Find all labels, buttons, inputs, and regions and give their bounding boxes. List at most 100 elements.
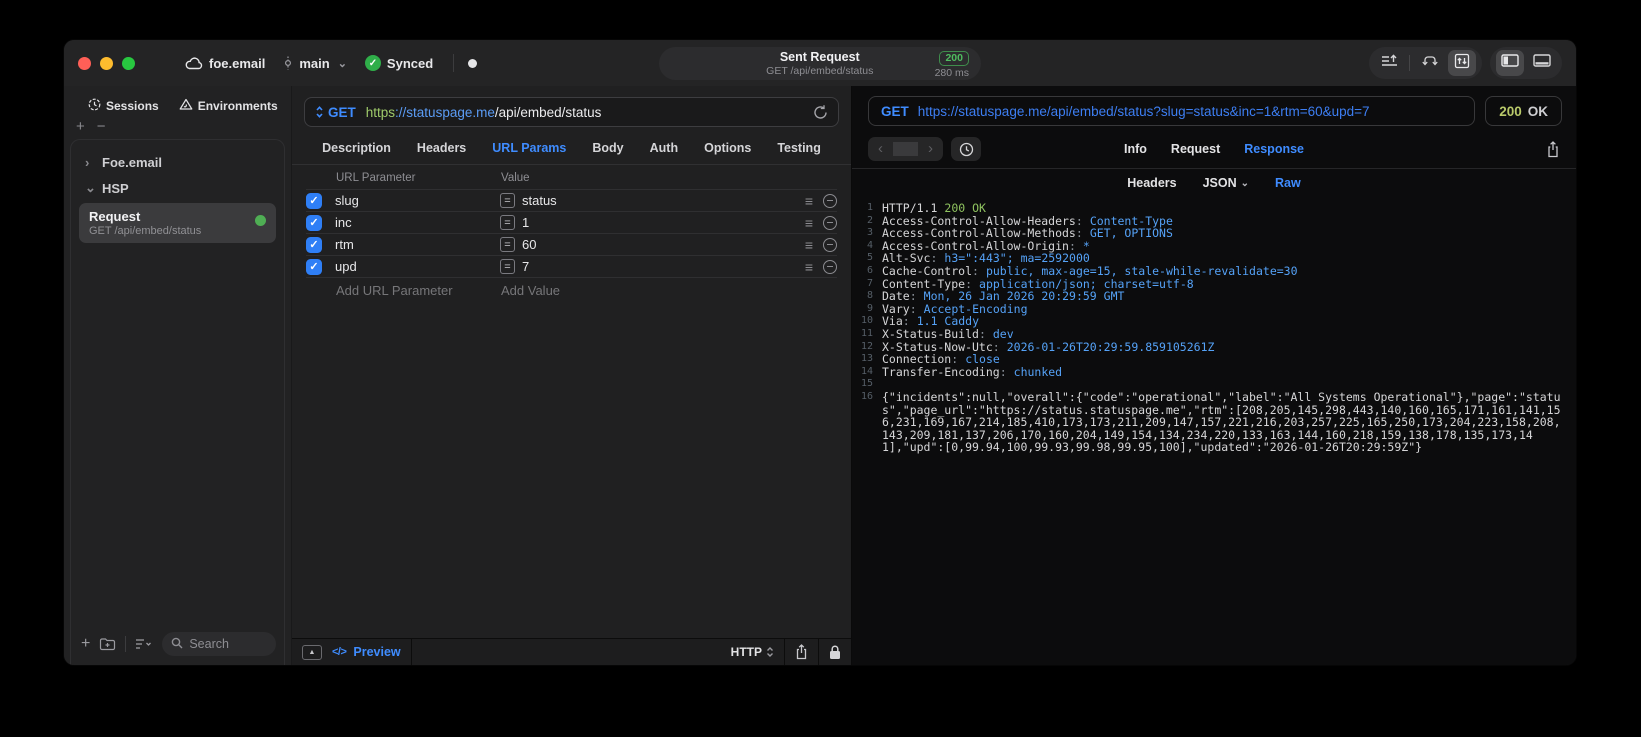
- remove-session-button[interactable]: −: [97, 118, 106, 135]
- tab-info[interactable]: Info: [1124, 142, 1147, 156]
- tab-auth[interactable]: Auth: [650, 141, 678, 155]
- column-value: Value: [501, 172, 530, 184]
- add-session-button[interactable]: +: [76, 118, 85, 135]
- add-value-placeholder[interactable]: Add Value: [501, 283, 560, 298]
- sessions-panel: › Foe.email ⌄ HSP Request GET /api/embed…: [70, 139, 285, 665]
- protocol-label: HTTP: [730, 645, 762, 659]
- toggle-sidebar-button[interactable]: [1496, 50, 1524, 76]
- param-checkbox[interactable]: ✓: [306, 214, 322, 231]
- param-checkbox[interactable]: ✓: [306, 236, 322, 253]
- tab-sessions[interactable]: Sessions: [88, 98, 159, 114]
- remove-param-icon[interactable]: [823, 237, 837, 252]
- drag-handle-icon[interactable]: ≡: [805, 238, 813, 252]
- protocol-selector[interactable]: HTTP: [731, 645, 774, 659]
- export-response-button[interactable]: [1546, 140, 1560, 158]
- drag-handle-icon[interactable]: ≡: [805, 216, 813, 230]
- param-checkbox[interactable]: ✓: [306, 192, 322, 209]
- line-number: 3: [866, 227, 873, 239]
- search-input[interactable]: Search: [162, 632, 276, 656]
- request-status-title: Sent Request: [779, 49, 860, 64]
- footer-divider: [125, 636, 127, 652]
- remove-param-icon[interactable]: [823, 193, 837, 208]
- sort-filter-button[interactable]: [135, 638, 153, 650]
- tree-item-foe-email[interactable]: › Foe.email: [77, 150, 278, 175]
- sidebar-footer: + Search: [71, 625, 284, 665]
- collapse-panel-button[interactable]: ▲: [302, 644, 322, 660]
- header-value: GET, OPTIONS: [1089, 226, 1173, 241]
- history-nav: ‹ ›: [868, 137, 943, 161]
- add-request-button[interactable]: +: [81, 635, 90, 653]
- bottom-panel-layout-icon: [1533, 54, 1551, 72]
- project-menu[interactable]: foe.email: [185, 56, 265, 71]
- subtab-raw[interactable]: Raw: [1275, 176, 1301, 190]
- tab-description[interactable]: Description: [322, 141, 391, 155]
- close-window-button[interactable]: [78, 56, 91, 70]
- add-param-row[interactable]: Add URL Parameter Add Value: [306, 277, 837, 303]
- tab-url-params[interactable]: URL Params: [492, 141, 566, 155]
- drag-handle-icon[interactable]: ≡: [805, 260, 813, 274]
- param-checkbox[interactable]: ✓: [306, 258, 322, 275]
- param-row-slug[interactable]: ✓ slug = status ≡: [306, 189, 837, 211]
- request-list-item[interactable]: Request GET /api/embed/status: [79, 203, 276, 243]
- line-number: 7: [866, 277, 873, 289]
- tab-request[interactable]: Request: [1171, 142, 1220, 156]
- back-button[interactable]: ‹: [868, 137, 893, 161]
- method-stepper-icon[interactable]: [315, 105, 324, 119]
- param-row-upd[interactable]: ✓ upd = 7 ≡: [306, 255, 837, 277]
- param-name-field[interactable]: slug: [335, 193, 500, 208]
- sent-method: GET: [881, 103, 909, 119]
- param-row-inc[interactable]: ✓ inc = 1 ≡: [306, 211, 837, 233]
- response-raw-view[interactable]: 1 HTTP/1.1 200 OK 2 Access-Control-Allow-H…: [852, 198, 1576, 665]
- footer-divider: [818, 638, 819, 665]
- add-url-parameter-placeholder[interactable]: Add URL Parameter: [336, 283, 501, 298]
- param-name-field[interactable]: rtm: [335, 237, 500, 252]
- send-refresh-button[interactable]: [813, 104, 828, 120]
- remove-param-icon[interactable]: [823, 215, 837, 230]
- tab-options[interactable]: Options: [704, 141, 751, 155]
- sent-url-box[interactable]: GET https://statuspage.me/api/embed/stat…: [868, 96, 1476, 126]
- param-name-field[interactable]: inc: [335, 215, 500, 230]
- toggle-bottom-panel-button[interactable]: [1528, 50, 1556, 76]
- live-sync-button[interactable]: [1448, 50, 1476, 76]
- share-button[interactable]: [795, 644, 808, 660]
- forward-button[interactable]: ›: [918, 137, 943, 161]
- history-button[interactable]: [951, 137, 981, 161]
- tab-testing[interactable]: Testing: [777, 141, 821, 155]
- lock-icon[interactable]: [829, 645, 841, 660]
- param-value-field[interactable]: status: [522, 193, 557, 208]
- remove-param-icon[interactable]: [823, 259, 837, 274]
- tab-response[interactable]: Response: [1244, 142, 1304, 156]
- line-number: 10: [860, 315, 873, 327]
- new-folder-button[interactable]: [99, 637, 116, 651]
- tab-environments[interactable]: Environments: [179, 98, 278, 114]
- param-value-field[interactable]: 60: [522, 237, 536, 252]
- column-url-parameter: URL Parameter: [336, 172, 416, 184]
- branch-selector[interactable]: main ⌄: [283, 56, 347, 71]
- preview-button[interactable]: </> Preview: [332, 645, 401, 659]
- response-tabs: Info Request Response: [1124, 142, 1304, 156]
- sync-branches-button[interactable]: [1416, 50, 1444, 76]
- clock-icon: [959, 142, 973, 156]
- response-subtabs: Headers JSON ⌄ Raw: [852, 169, 1576, 198]
- request-status-subtitle: GET /api/embed/status: [766, 64, 874, 77]
- param-value-field[interactable]: 7: [522, 259, 529, 274]
- request-url-bar[interactable]: GET https://statuspage.me/api/embed/stat…: [304, 97, 839, 127]
- tree-item-hsp[interactable]: ⌄ HSP: [77, 175, 278, 201]
- param-name-field[interactable]: upd: [335, 259, 500, 274]
- header-value: public, max-age=15, stale-while-revalida…: [985, 263, 1298, 278]
- import-export-button[interactable]: [1375, 50, 1403, 76]
- minimize-window-button[interactable]: [100, 56, 113, 70]
- line-number: 12: [860, 340, 873, 352]
- tab-body[interactable]: Body: [592, 141, 623, 155]
- zoom-window-button[interactable]: [122, 56, 135, 70]
- param-value-field[interactable]: 1: [522, 215, 529, 230]
- subtab-json[interactable]: JSON ⌄: [1203, 176, 1249, 190]
- sync-status[interactable]: ✓ Synced: [364, 55, 433, 71]
- request-status-pill[interactable]: Sent Request GET /api/embed/status 200 2…: [659, 47, 981, 80]
- clock-icon: [88, 98, 101, 114]
- boxed-transfer-arrows-icon: [1454, 53, 1470, 74]
- subtab-headers[interactable]: Headers: [1127, 176, 1176, 190]
- drag-handle-icon[interactable]: ≡: [805, 194, 813, 208]
- tab-headers[interactable]: Headers: [417, 141, 466, 155]
- param-row-rtm[interactable]: ✓ rtm = 60 ≡: [306, 233, 837, 255]
